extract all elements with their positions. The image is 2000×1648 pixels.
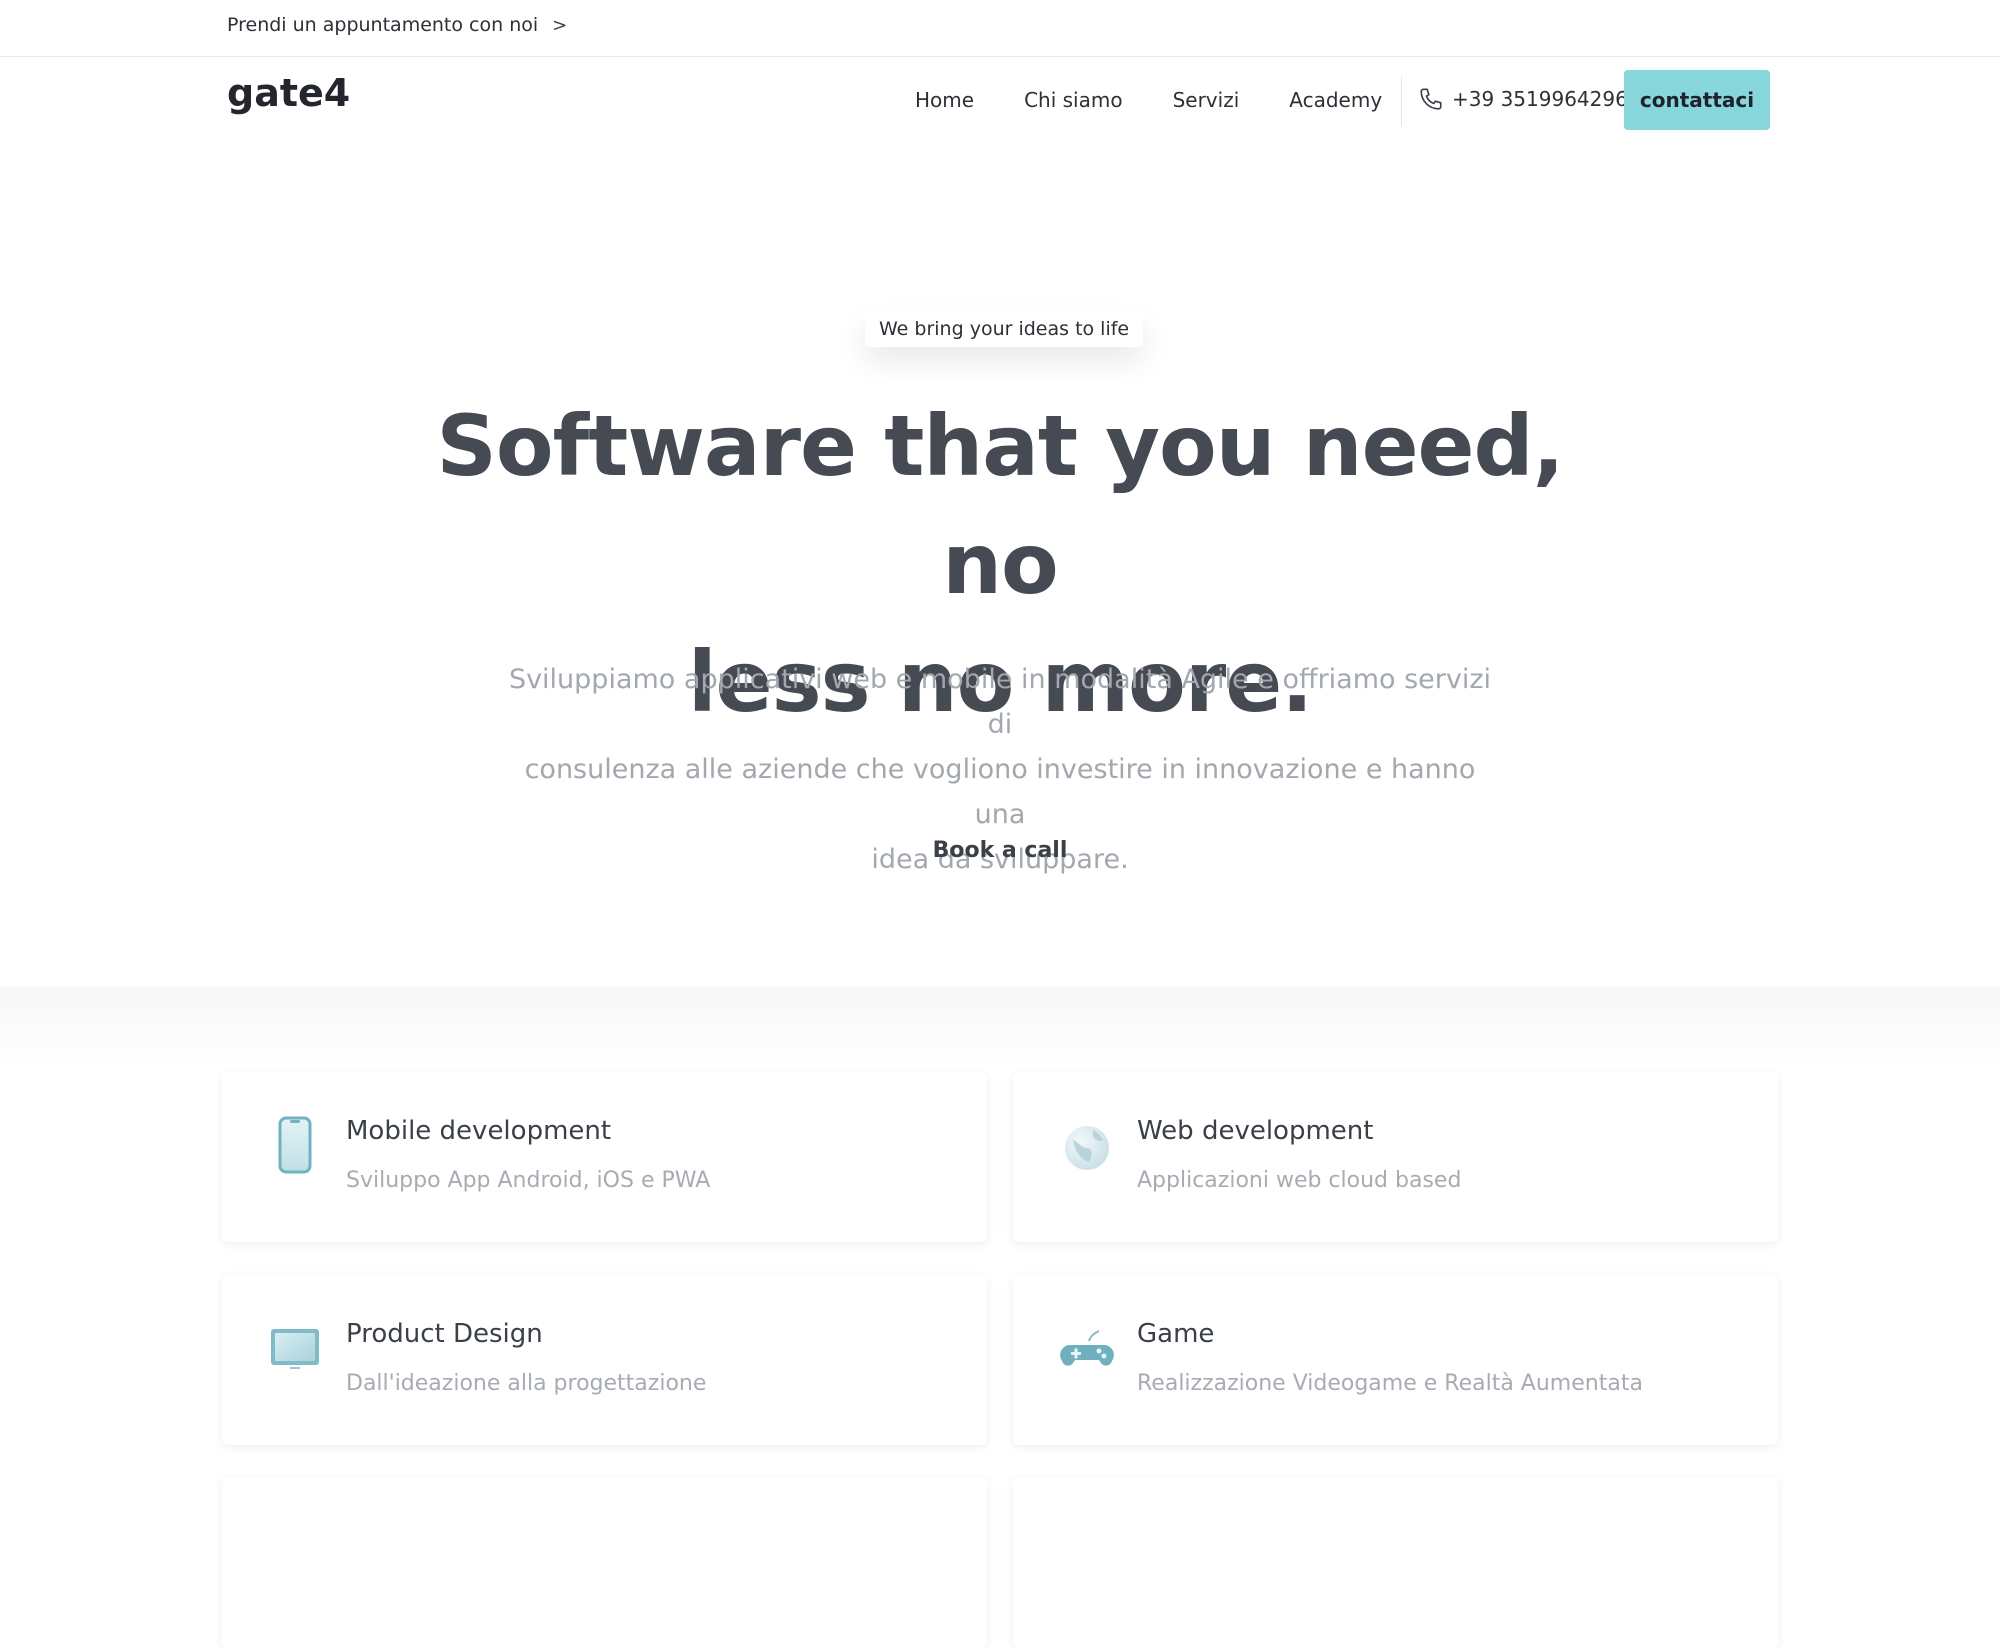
service-card-game[interactable]: Game Realizzazione Videogame e Realtà Au… [1013,1275,1778,1445]
service-card-partial[interactable] [1013,1478,1778,1648]
announcement-bar: Prendi un appuntamento con noi > [0,0,2000,57]
hero-subtitle-line-1: Sviluppiamo applicativi web e mobile in … [508,664,1492,740]
phone-icon [1420,88,1442,110]
main-navbar: gate42 Home Chi siamo Servizi Academy +3… [0,58,2000,142]
service-card-web[interactable]: Web development Applicazioni web cloud b… [1013,1072,1778,1242]
chevron-right-icon: > [552,14,568,36]
svg-text:gate42: gate42 [227,72,351,115]
service-title: Game [1137,1319,1215,1349]
hero-title-line-1: Software that you need, no [436,397,1564,613]
service-desc: Realizzazione Videogame e Realtà Aumenta… [1137,1371,1643,1396]
contattaci-button[interactable]: contattaci [1624,70,1770,130]
service-desc: Applicazioni web cloud based [1137,1168,1462,1193]
gate42-logo[interactable]: gate42 [227,71,377,132]
service-card-partial[interactable] [222,1478,987,1648]
service-desc: Dall'ideazione alla progettazione [346,1371,707,1396]
services-section: Mobile development Sviluppo App Android,… [0,987,2000,1648]
logo-mark: gate42 [227,71,377,115]
book-a-call-link[interactable]: Book a call [900,838,1100,863]
service-title: Product Design [346,1319,543,1349]
nav-link-academy[interactable]: Academy [1289,88,1382,112]
nav-link-home[interactable]: Home [915,88,974,112]
phone-link[interactable]: +39 3519964296 [1418,86,1628,112]
hero-badge: We bring your ideas to life [865,311,1144,347]
monitor-icon [271,1329,319,1369]
service-title: Web development [1137,1116,1374,1146]
service-card-mobile[interactable]: Mobile development Sviluppo App Android,… [222,1072,987,1242]
gamepad-icon [1060,1330,1114,1366]
nav-link-chi-siamo[interactable]: Chi siamo [1024,88,1123,112]
service-title: Mobile development [346,1116,612,1146]
nav-divider [1401,76,1402,126]
hero-subtitle-line-2: consulenza alle aziende che vogliono inv… [524,754,1476,830]
phone-number: +39 3519964296 [1452,87,1628,111]
appointment-link-label: Prendi un appuntamento con noi [227,14,539,36]
appointment-link[interactable]: Prendi un appuntamento con noi > [227,14,567,36]
service-card-product-design[interactable]: Product Design Dall'ideazione alla proge… [222,1275,987,1445]
globe-icon [1065,1126,1109,1170]
smartphone-icon [278,1116,312,1174]
primary-nav: Home Chi siamo Servizi Academy [915,88,1382,112]
service-desc: Sviluppo App Android, iOS e PWA [346,1168,711,1193]
nav-link-servizi[interactable]: Servizi [1173,88,1240,112]
